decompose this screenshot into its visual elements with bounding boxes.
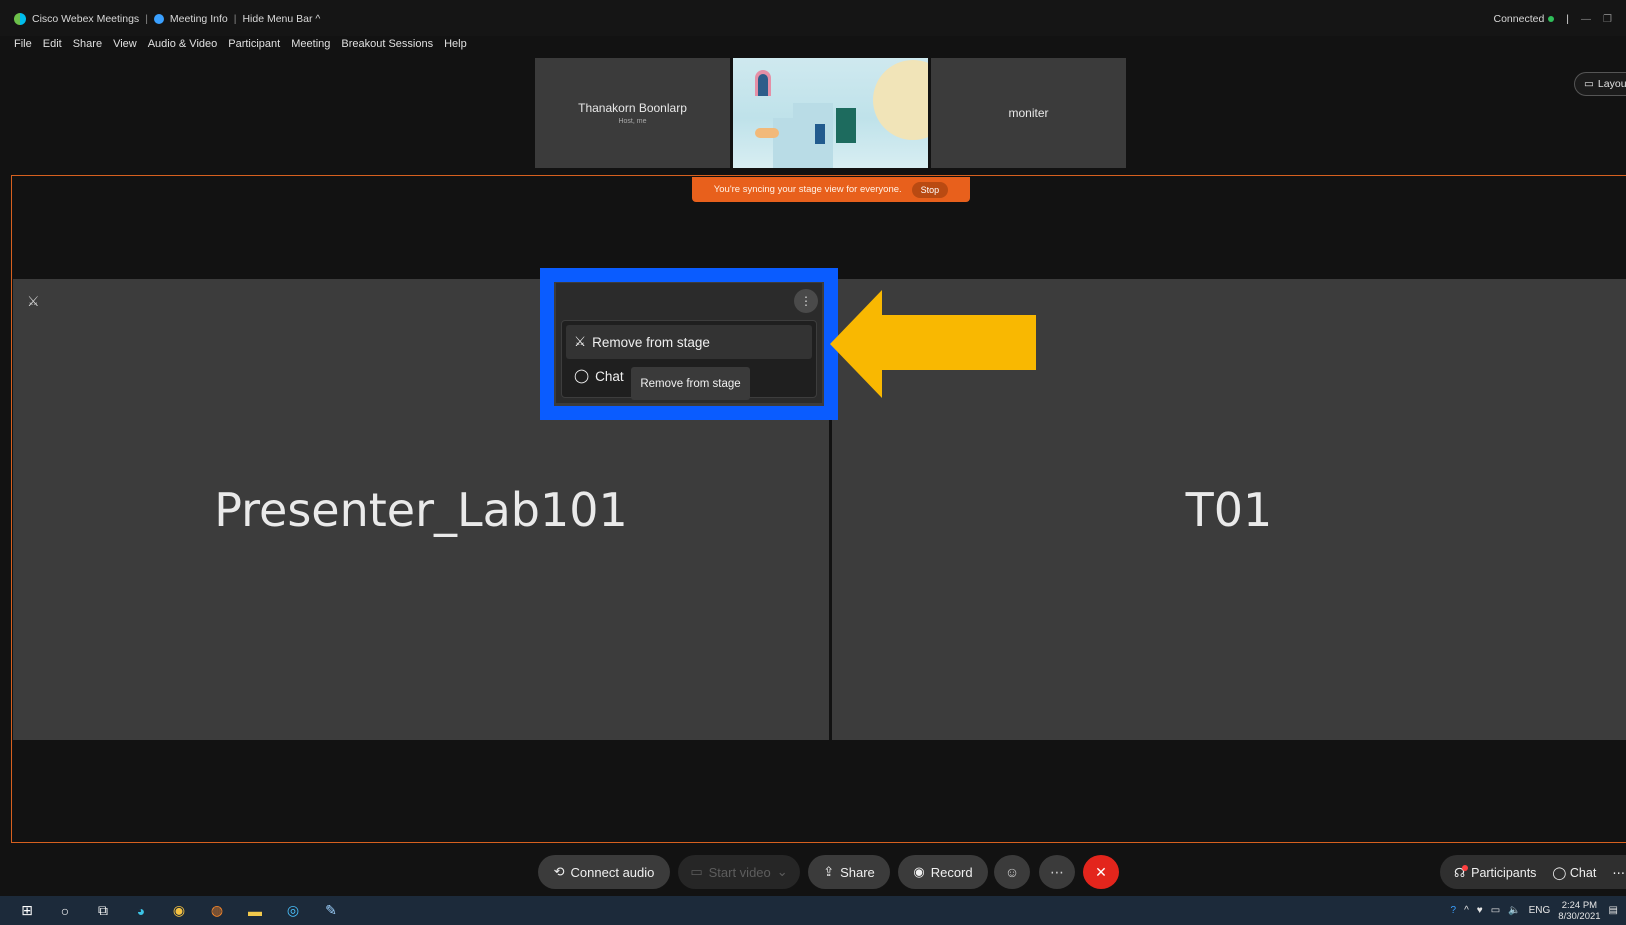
thumbnail-host-name: Thanakorn Boonlarp [578,101,687,115]
start-video-button[interactable]: ▭ Start video ⌄ [678,855,800,889]
unpin-icon[interactable]: ⚔ [27,293,40,310]
tooltip: Remove from stage [631,367,750,400]
sync-banner-text: You're syncing your stage view for every… [713,184,902,195]
stage-tile-name: Presenter_Lab101 [214,482,628,537]
windows-taskbar: ⊞ ○ ⧉ ◕ ◉ ◍ ▬ ◎ ✎ ? ^ ♥ ▭ 🔈 ENG 2:24 PM … [0,896,1626,925]
volume-icon[interactable]: 🔈 [1508,905,1520,916]
restore-icon[interactable]: ❐ [1603,14,1612,25]
menu-audio-video[interactable]: Audio & Video [148,38,218,50]
unpin-icon: ⚔ [574,334,587,349]
chrome-browser-icon[interactable]: ◉ [168,900,190,922]
connection-status: Connected [1494,13,1555,25]
meeting-controls: ⟲ Connect audio ▭ Start video ⌄ ⇪ Share … [0,855,1626,889]
record-button[interactable]: ◉ Record [898,855,988,889]
ellipsis-icon: ⋯ [1050,863,1064,880]
firefox-browser-icon[interactable]: ◍ [206,900,228,922]
menu-breakout-sessions[interactable]: Breakout Sessions [341,38,433,50]
end-meeting-button[interactable]: ✕ [1083,855,1119,889]
meeting-info-icon[interactable] [153,14,164,24]
chat-bubble-icon: ◯ [1552,865,1567,880]
annotation-arrow-icon [830,290,1036,398]
stage-tile-name: T01 [1185,482,1273,537]
chat-bubble-icon: ◯ [574,368,590,383]
participants-button[interactable]: ☊ Participants [1454,864,1536,880]
close-icon: ✕ [1095,863,1107,880]
search-icon[interactable]: ○ [54,900,76,922]
notifications-icon[interactable]: ▤ [1609,905,1618,916]
edge-browser-icon[interactable]: ◕ [130,900,152,922]
meeting-info-link[interactable]: Meeting Info [170,13,228,25]
windows-start-icon[interactable]: ⊞ [16,900,38,922]
connected-dot-icon [1548,16,1555,22]
webex-logo-icon [14,13,26,25]
stop-sync-button[interactable]: Stop [911,181,949,198]
layout-button[interactable]: ▭ Layout [1574,72,1626,96]
webex-window: Cisco Webex Meetings | Meeting Info | Hi… [0,0,1626,925]
menu-share[interactable]: Share [73,38,102,50]
status-separator: | [1566,13,1570,25]
minimize-icon[interactable]: — [1581,14,1591,25]
task-view-icon[interactable]: ⧉ [92,900,114,922]
app-title: Cisco Webex Meetings [32,13,140,25]
share-icon: ⇪ [823,864,835,879]
record-icon: ◉ [913,864,925,879]
more-options-button[interactable]: ⋮ [794,289,818,313]
thumbnail-video-preview[interactable] [733,58,928,168]
panel-controls: ☊ Participants ◯ Chat ⋯ [1440,855,1626,889]
thumbnail-moniter-name: moniter [1008,106,1049,120]
clock[interactable]: 2:24 PM 8/30/2021 [1558,900,1600,922]
language-indicator[interactable]: ENG [1529,905,1551,916]
tray-app-icon[interactable]: ♥ [1477,905,1483,916]
chevron-up-icon[interactable]: ^ [1464,905,1469,916]
share-button[interactable]: ⇪ Share [808,855,890,889]
menu-participant[interactable]: Participant [228,38,280,50]
hide-menu-bar-button[interactable]: Hide Menu Bar ^ [242,13,320,25]
menu-bar: File Edit Share View Audio & Video Parti… [14,38,467,50]
menu-file[interactable]: File [14,38,32,50]
paint-icon[interactable]: ✎ [320,900,342,922]
reactions-button[interactable]: ☺ [994,855,1030,889]
video-icon: ▭ [690,864,703,879]
more-button[interactable]: ⋯ [1039,855,1075,889]
file-explorer-icon[interactable]: ▬ [244,900,266,922]
connect-audio-button[interactable]: ⟲ Connect audio [538,855,670,889]
chat-button[interactable]: ◯ Chat [1552,865,1596,880]
chevron-down-icon: ⌄ [776,864,788,879]
title-separator: | [233,13,237,25]
help-icon[interactable]: ? [1451,905,1457,916]
menu-help[interactable]: Help [444,38,467,50]
system-tray: ? ^ ♥ ▭ 🔈 ENG 2:24 PM 8/30/2021 ▤ [1451,896,1619,925]
thumbnail-host-role: Host, me [618,118,647,125]
menu-view[interactable]: View [113,38,137,50]
network-icon[interactable]: ▭ [1491,905,1500,916]
more-panels-icon[interactable]: ⋯ [1612,865,1625,880]
menu-edit[interactable]: Edit [43,38,62,50]
thumbnail-moniter[interactable]: moniter [931,58,1126,168]
layout-icon: ▭ [1584,78,1594,90]
notification-dot-icon [1462,864,1469,871]
thumbnail-host[interactable]: Thanakorn Boonlarp Host, me [535,58,730,168]
title-separator: | [145,13,148,25]
audio-icon: ⟲ [553,864,565,879]
sync-banner: You're syncing your stage view for every… [692,177,970,202]
menu-item-remove-from-stage[interactable]: ⚔ Remove from stage [566,325,812,359]
webex-taskbar-icon[interactable]: ◎ [282,900,304,922]
menu-meeting[interactable]: Meeting [291,38,330,50]
smiley-icon: ☺ [1004,864,1020,880]
title-bar: Cisco Webex Meetings | Meeting Info | Hi… [0,0,1626,36]
